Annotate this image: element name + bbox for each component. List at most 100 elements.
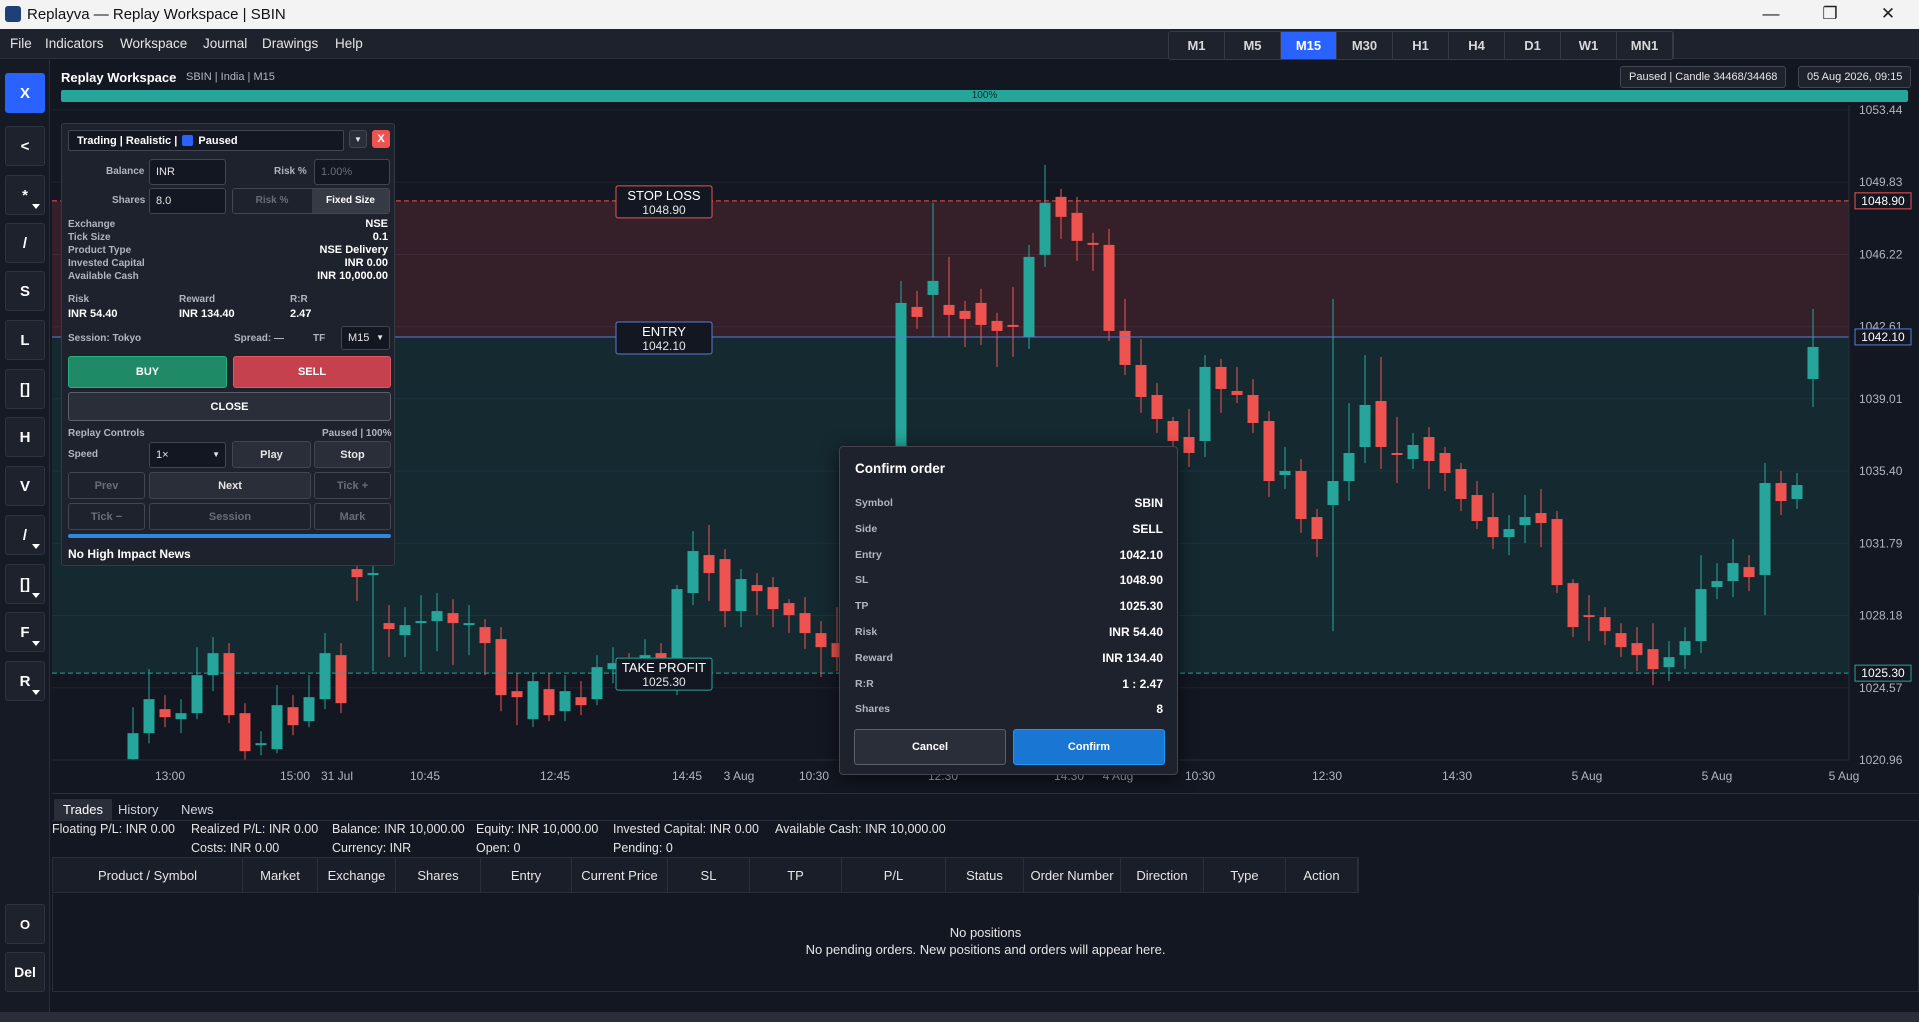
trend-tool-button[interactable]: / bbox=[5, 515, 45, 555]
tab-news[interactable]: News bbox=[172, 799, 223, 820]
minimize-button[interactable]: — bbox=[1751, 2, 1791, 26]
tf-w1-button[interactable]: W1 bbox=[1561, 32, 1617, 59]
tab-history[interactable]: History bbox=[109, 799, 167, 820]
x-tick-label: 5 Aug bbox=[1572, 769, 1603, 783]
next-button[interactable]: Next bbox=[149, 472, 311, 499]
replay-progress-slider[interactable] bbox=[68, 534, 391, 538]
panel-close-button[interactable]: X bbox=[372, 130, 390, 148]
toggle-fixed-size[interactable]: Fixed Size bbox=[312, 189, 389, 213]
column-header[interactable]: Exchange bbox=[318, 858, 396, 892]
confirm-button[interactable]: Confirm bbox=[1013, 729, 1165, 765]
y-tick-label: 1053.44 bbox=[1859, 105, 1903, 117]
toggle-risk-pct[interactable]: Risk % bbox=[233, 189, 311, 213]
buy-button[interactable]: BUY bbox=[68, 356, 227, 388]
stop-button[interactable]: Stop bbox=[314, 441, 391, 468]
tab-trades[interactable]: Trades bbox=[54, 799, 112, 820]
tf-d1-button[interactable]: D1 bbox=[1505, 32, 1561, 59]
candle-body bbox=[1103, 244, 1115, 331]
cancel-button[interactable]: Cancel bbox=[854, 729, 1006, 765]
info-label: Invested Capital bbox=[68, 258, 145, 269]
candle-body bbox=[1199, 366, 1211, 442]
column-header[interactable]: Market bbox=[243, 858, 318, 892]
tick-plus-button[interactable]: Tick + bbox=[314, 472, 391, 499]
y-tick-label: 1031.79 bbox=[1859, 536, 1903, 550]
menu-workspace[interactable]: Workspace bbox=[120, 36, 187, 51]
level-label-take-profit[interactable]: TAKE PROFIT1025.30 bbox=[615, 657, 713, 691]
column-header[interactable]: Order Number bbox=[1024, 858, 1121, 892]
tf-m5-button[interactable]: M5 bbox=[1225, 32, 1281, 59]
mode-selector[interactable]: Trading | Realistic | Paused bbox=[68, 130, 344, 151]
close-window-button[interactable]: ✕ bbox=[1868, 2, 1908, 26]
reward-value: INR 134.40 bbox=[179, 308, 235, 320]
column-header[interactable]: Type bbox=[1204, 858, 1286, 892]
close-position-button[interactable]: CLOSE bbox=[68, 392, 391, 421]
column-header[interactable]: SL bbox=[668, 858, 750, 892]
summary-value: 1048.90 bbox=[1119, 573, 1163, 588]
candle-body bbox=[447, 613, 459, 624]
candle-body bbox=[431, 611, 443, 622]
candle-body bbox=[1167, 420, 1179, 442]
mark-button[interactable]: Mark bbox=[314, 503, 391, 530]
mode-dropdown-button[interactable]: ▼ bbox=[349, 130, 367, 148]
level-label-value: 1025.30 bbox=[642, 675, 686, 689]
level-label-entry[interactable]: ENTRY1042.10 bbox=[615, 321, 713, 355]
tf-m30-button[interactable]: M30 bbox=[1337, 32, 1393, 59]
news-status: No High Impact News bbox=[68, 547, 191, 561]
column-header[interactable]: Entry bbox=[481, 858, 572, 892]
column-header[interactable]: Product / Symbol bbox=[53, 858, 243, 892]
menu-drawings[interactable]: Drawings bbox=[262, 36, 318, 51]
menu-journal[interactable]: Journal bbox=[203, 36, 247, 51]
level-label-stop-loss[interactable]: STOP LOSS1048.90 bbox=[615, 185, 713, 219]
tick-minus-button[interactable]: Tick − bbox=[68, 503, 145, 530]
column-header[interactable]: Current Price bbox=[572, 858, 668, 892]
menu-indicators[interactable]: Indicators bbox=[45, 36, 104, 51]
fib-tool-button[interactable]: F bbox=[5, 612, 45, 652]
tf-m15-button[interactable]: M15 bbox=[1281, 32, 1337, 59]
tf-select[interactable]: M15 ▼ bbox=[341, 326, 390, 350]
l-tool-button[interactable]: L bbox=[5, 320, 45, 360]
x-tick-label: 5 Aug bbox=[1702, 769, 1733, 783]
line-tool-button[interactable]: / bbox=[5, 223, 45, 263]
session-button[interactable]: Session bbox=[149, 503, 311, 530]
star-tool-button[interactable]: * bbox=[5, 175, 45, 215]
speed-select[interactable]: 1× ▼ bbox=[149, 442, 226, 468]
tab-divider bbox=[52, 820, 1919, 821]
column-header[interactable]: Shares bbox=[396, 858, 481, 892]
ruler-tool-button[interactable]: R bbox=[5, 661, 45, 701]
hline-tool-button[interactable]: H bbox=[5, 417, 45, 457]
column-header[interactable]: P/L bbox=[842, 858, 946, 892]
candle-body bbox=[1039, 202, 1051, 255]
collapse-tool-button[interactable]: < bbox=[5, 126, 45, 166]
restore-button[interactable]: ❐ bbox=[1810, 2, 1850, 26]
menu-file[interactable]: File bbox=[10, 36, 32, 51]
tf-mn1-button[interactable]: MN1 bbox=[1617, 32, 1673, 59]
tool-o-button[interactable]: O bbox=[5, 904, 45, 944]
summary-key: Risk bbox=[855, 626, 878, 638]
s-tool-button[interactable]: S bbox=[5, 271, 45, 311]
tf-m1-button[interactable]: M1 bbox=[1169, 32, 1225, 59]
prev-button[interactable]: Prev bbox=[68, 472, 145, 499]
column-header[interactable]: Action bbox=[1286, 858, 1358, 892]
candle-body bbox=[287, 707, 299, 726]
tf-h4-button[interactable]: H4 bbox=[1449, 32, 1505, 59]
vline-tool-button[interactable]: V bbox=[5, 466, 45, 506]
shape-tool-button[interactable]: [] bbox=[5, 564, 45, 604]
l-tool-icon: L bbox=[20, 331, 30, 349]
balance-input[interactable]: INR 10000.00 bbox=[149, 159, 226, 202]
candle-body bbox=[191, 675, 203, 714]
sell-button[interactable]: SELL bbox=[233, 356, 391, 388]
shares-input[interactable]: 8.0 bbox=[149, 188, 226, 214]
close-tool-button[interactable]: X bbox=[5, 73, 45, 113]
column-header[interactable]: Direction bbox=[1121, 858, 1204, 892]
candle-body bbox=[1183, 437, 1195, 454]
column-header[interactable]: TP bbox=[750, 858, 842, 892]
column-header[interactable]: Status bbox=[946, 858, 1024, 892]
rect-tool-button[interactable]: [] bbox=[5, 369, 45, 409]
shares-label: Shares bbox=[112, 195, 146, 206]
tool-del-button[interactable]: Del bbox=[5, 952, 45, 992]
menu-help[interactable]: Help bbox=[335, 36, 363, 51]
risk-pct-input[interactable]: 1.00% bbox=[314, 159, 390, 185]
candle-body bbox=[1007, 324, 1019, 327]
play-button[interactable]: Play bbox=[232, 441, 311, 468]
tf-h1-button[interactable]: H1 bbox=[1393, 32, 1449, 59]
